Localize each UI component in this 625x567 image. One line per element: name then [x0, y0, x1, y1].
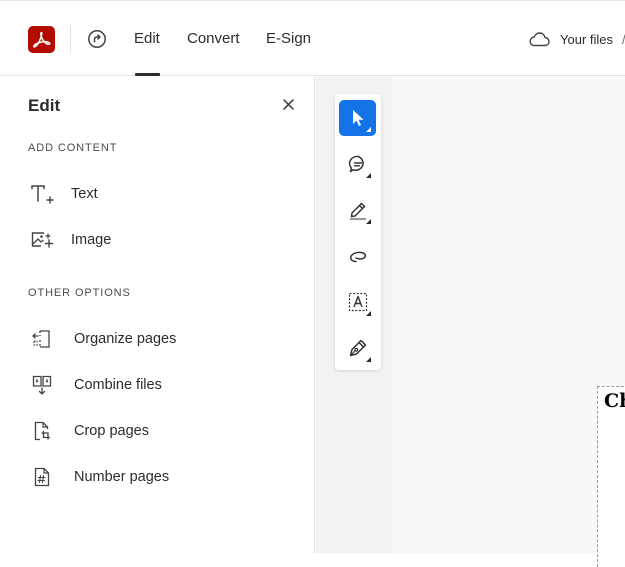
crop-pages-label: Crop pages [74, 423, 149, 439]
pen-icon [349, 339, 366, 357]
section-label-add-content: ADD CONTENT [28, 142, 118, 154]
edit-panel: Edit ADD CONTENT Text Image OTHER OPTION… [0, 77, 315, 553]
close-icon[interactable] [282, 98, 295, 111]
organize-pages-icon [28, 327, 56, 351]
text-box-tool-button[interactable] [339, 284, 376, 320]
share-icon [88, 30, 106, 48]
text-box-icon [348, 292, 367, 312]
cursor-icon [352, 110, 363, 126]
tool-menu-indicator [366, 219, 371, 224]
share-button[interactable] [86, 28, 108, 50]
sign-tool-button[interactable] [339, 330, 376, 366]
number-pages-label: Number pages [74, 469, 170, 485]
header-divider [70, 25, 71, 53]
active-tab-indicator [135, 73, 160, 76]
top-bar: Edit Convert E-Sign Your files / [0, 0, 625, 76]
highlight-tool-button[interactable] [339, 192, 376, 228]
document-canvas [392, 77, 625, 553]
organize-pages-label: Organize pages [74, 331, 177, 347]
comment-tool-button[interactable] [339, 146, 376, 182]
document-page[interactable] [597, 386, 625, 567]
tab-edit[interactable]: Edit [134, 29, 160, 49]
add-text-button[interactable]: Text [28, 180, 298, 208]
freehand-icon [349, 251, 366, 263]
add-image-icon [28, 228, 56, 252]
your-files-link[interactable]: Your files / [528, 29, 625, 49]
acrobat-logo-icon[interactable] [28, 26, 55, 53]
organize-pages-button[interactable]: Organize pages [28, 325, 298, 353]
add-image-label: Image [71, 232, 112, 248]
tool-menu-indicator [366, 127, 371, 132]
annotation-toolbar [335, 94, 381, 370]
tool-menu-indicator [366, 173, 371, 178]
combine-files-label: Combine files [74, 377, 162, 393]
panel-title: Edit [28, 96, 61, 115]
comment-icon [348, 155, 364, 173]
add-text-label: Text [71, 186, 98, 202]
highlighter-icon [349, 202, 366, 221]
crop-pages-icon [28, 419, 56, 443]
add-text-icon [28, 182, 56, 206]
tool-menu-indicator [366, 357, 371, 362]
document-text[interactable]: Ch [604, 390, 625, 412]
select-tool-button[interactable] [339, 100, 376, 136]
cloud-icon [529, 32, 550, 47]
combine-files-button[interactable]: Combine files [28, 371, 298, 399]
your-files-label: Your files [560, 31, 613, 47]
crop-pages-button[interactable]: Crop pages [28, 417, 298, 445]
add-image-button[interactable]: Image [28, 226, 298, 254]
section-label-other-options: OTHER OPTIONS [28, 287, 131, 299]
tab-convert[interactable]: Convert [187, 29, 240, 49]
tool-menu-indicator [366, 311, 371, 316]
combine-files-icon [28, 373, 56, 397]
draw-tool-button[interactable] [339, 238, 376, 274]
tab-esign[interactable]: E-Sign [266, 29, 311, 49]
number-pages-icon [28, 465, 56, 489]
number-pages-button[interactable]: Number pages [28, 463, 298, 491]
